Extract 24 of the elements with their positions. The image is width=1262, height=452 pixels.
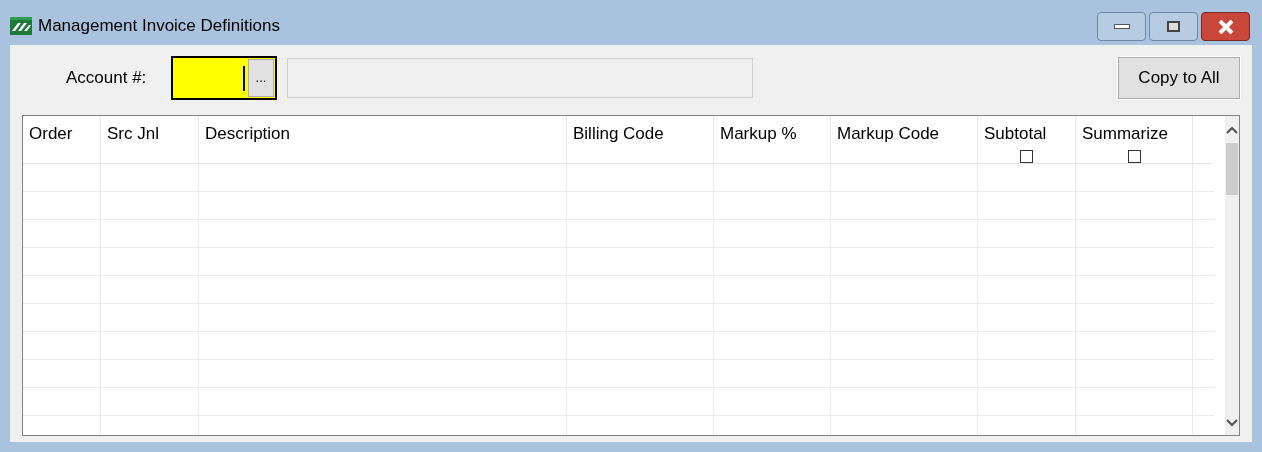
- column-header[interactable]: Markup Code: [831, 116, 978, 163]
- scrollbar-thumb[interactable]: [1226, 143, 1238, 195]
- column-header[interactable]: Markup %: [714, 116, 831, 163]
- column-header[interactable]: Summarize: [1076, 116, 1193, 163]
- scroll-down-icon[interactable]: [1226, 419, 1239, 427]
- app-logo-icon: [10, 16, 32, 35]
- browse-button[interactable]: ...: [248, 59, 274, 97]
- checkbox[interactable]: [1127, 150, 1141, 163]
- checkbox[interactable]: [1020, 150, 1033, 163]
- close-icon: [1217, 19, 1234, 34]
- minimize-button[interactable]: [1097, 12, 1146, 41]
- close-button[interactable]: [1201, 12, 1250, 41]
- column-header[interactable]: Src Jnl: [101, 116, 199, 163]
- vertical-scrollbar[interactable]: [1225, 116, 1239, 435]
- column-header[interactable]: Description: [199, 116, 567, 163]
- maximize-button[interactable]: [1149, 12, 1198, 41]
- column-header[interactable]: Order: [23, 116, 101, 163]
- account-label: Account #:: [66, 67, 148, 90]
- scroll-up-icon[interactable]: [1226, 126, 1239, 134]
- copy-to-all-button[interactable]: Copy to All: [1118, 57, 1240, 99]
- column-header[interactable]: Billing Code: [567, 116, 714, 163]
- column-header[interactable]: Subtotal: [978, 116, 1076, 163]
- window-title: Management Invoice Definitions: [38, 14, 280, 37]
- account-field[interactable]: ...: [171, 56, 277, 100]
